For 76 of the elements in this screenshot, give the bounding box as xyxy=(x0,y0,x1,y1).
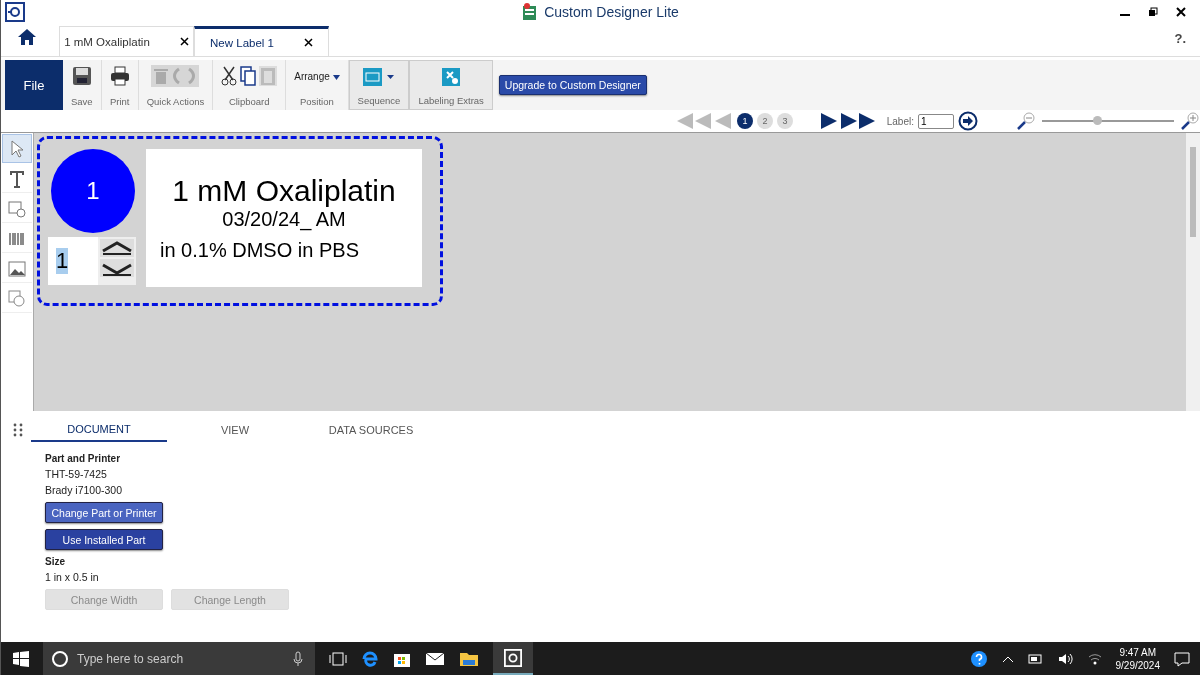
zoom-in-icon[interactable] xyxy=(1180,111,1200,131)
restore-icon[interactable] xyxy=(1148,7,1158,17)
panel-tab[interactable]: VIEW xyxy=(167,419,303,441)
extras-icon[interactable] xyxy=(441,67,462,87)
number-circle: 1 xyxy=(51,149,135,233)
zoom-out-icon[interactable] xyxy=(1016,111,1036,131)
label-tab[interactable]: New Label 1 xyxy=(210,36,274,49)
microphone-icon[interactable] xyxy=(293,650,303,667)
app-logo-icon[interactable] xyxy=(504,648,522,667)
info-text: 1 in x 0.5 in xyxy=(45,571,100,583)
notification-icon[interactable] xyxy=(1174,650,1190,667)
close-icon[interactable] xyxy=(179,37,189,46)
printer-icon[interactable] xyxy=(109,66,130,86)
next-page-icon[interactable] xyxy=(818,113,837,129)
home-icon[interactable] xyxy=(17,28,37,46)
label-text-line: 03/20/24_ AM xyxy=(222,208,346,231)
group-label: Labeling Extras xyxy=(418,95,484,106)
vertical-scrollbar[interactable] xyxy=(1186,133,1200,411)
browser-icon[interactable] xyxy=(361,649,379,668)
page-number[interactable]: 3 xyxy=(777,113,793,129)
panel-button[interactable]: Use Installed Part xyxy=(45,529,163,550)
mail-icon[interactable] xyxy=(425,650,445,667)
drag-handle-icon[interactable] xyxy=(13,423,23,437)
clock-date[interactable]: 9/29/2024 xyxy=(1115,658,1160,672)
window-title: Custom Designer Lite xyxy=(544,4,679,20)
battery-icon xyxy=(1027,653,1044,664)
search-icon xyxy=(51,649,69,668)
pointer-icon[interactable] xyxy=(8,138,26,159)
text-tool-icon[interactable] xyxy=(8,168,26,189)
page-number[interactable]: 1 xyxy=(737,113,753,129)
close-icon[interactable] xyxy=(1176,7,1186,17)
spreadsheet-icon xyxy=(522,3,539,21)
last-page-icon[interactable] xyxy=(840,113,877,129)
group-label: Sequence xyxy=(357,95,401,106)
arrange-dropdown[interactable]: Arrange xyxy=(294,70,340,82)
label-tab[interactable]: 1 mM Oxaliplatin xyxy=(64,35,150,48)
section-heading: Part and Printer xyxy=(45,453,122,464)
group-label: Quick Actions xyxy=(146,96,205,107)
help-icon[interactable] xyxy=(969,649,988,668)
app-taskbar-button[interactable] xyxy=(493,642,533,675)
label-text-block[interactable]: 1 mM Oxaliplatin 03/20/24_ AM in 0.1% DMSO in PBS xyxy=(146,149,422,287)
label-text-line: 1 mM Oxaliplatin xyxy=(172,174,396,208)
app-logo-icon xyxy=(5,2,25,22)
group-label: Save xyxy=(71,96,93,107)
label-text-line: in 0.1% DMSO in PBS xyxy=(160,239,359,262)
label-outline[interactable]: 1 1 1 mM Oxaliplatin 03/20/24_ AM in 0.1% DMSO in PBS xyxy=(37,136,443,306)
info-text: THT-59-7425 xyxy=(45,468,108,480)
page-number[interactable]: 2 xyxy=(757,113,773,129)
panel-tab[interactable]: DOCUMENT xyxy=(31,418,167,442)
task-view-icon[interactable] xyxy=(329,650,347,667)
folder-icon[interactable] xyxy=(459,650,479,667)
clock-time[interactable]: 9:47 AM xyxy=(1119,645,1157,659)
start-icon[interactable] xyxy=(13,650,29,667)
panel-tab[interactable]: DATA SOURCES xyxy=(303,419,439,441)
decrement-button[interactable] xyxy=(100,259,134,277)
caret-icon[interactable] xyxy=(332,74,340,80)
speaker-icon[interactable] xyxy=(1057,652,1074,665)
group-label: Clipboard xyxy=(228,96,270,107)
group-label: Position xyxy=(300,96,334,107)
file-button[interactable]: File xyxy=(5,60,63,110)
upgrade-button[interactable]: Upgrade to Custom Designer xyxy=(498,75,647,95)
image-icon[interactable] xyxy=(8,258,26,279)
increment-button[interactable] xyxy=(100,239,134,257)
group-label: Print xyxy=(109,96,130,107)
label-number-field[interactable]: 1 xyxy=(918,113,954,129)
close-icon[interactable] xyxy=(303,38,313,47)
panel-button[interactable]: Change Part or Printer xyxy=(45,502,163,523)
wifi-icon[interactable] xyxy=(1087,652,1102,665)
copy-icon[interactable] xyxy=(240,66,257,86)
label-caption: Label: xyxy=(886,115,914,127)
scissors-icon[interactable] xyxy=(221,66,238,86)
section-heading: Size xyxy=(45,556,66,567)
sequence-icon[interactable] xyxy=(361,67,396,87)
taskbar-search-field[interactable]: Type here to search xyxy=(43,642,315,675)
help-button[interactable]: ?. xyxy=(1174,31,1186,46)
info-text: Brady i7100-300 xyxy=(45,484,124,496)
